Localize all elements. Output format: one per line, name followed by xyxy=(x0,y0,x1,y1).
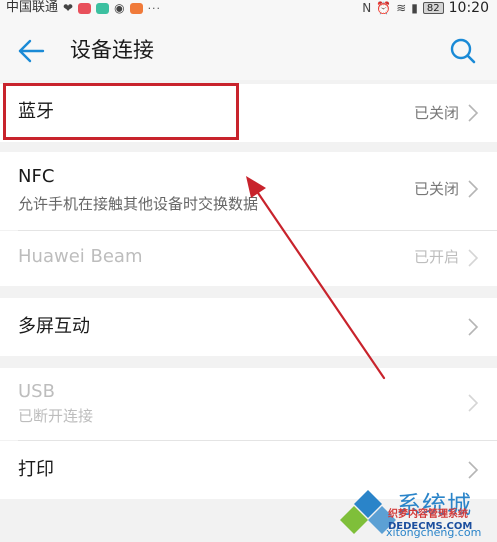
signal-icon: ▮ xyxy=(411,1,418,15)
health-app-icon: ❤ xyxy=(63,1,74,15)
chevron-right-icon xyxy=(468,394,479,412)
nfc-row[interactable]: NFC 允许手机在接触其他设备时交换数据 已关闭 xyxy=(0,152,497,230)
chevron-right-icon xyxy=(468,318,479,336)
watermark-site: xitongcheng.com xyxy=(386,526,482,539)
chevron-right-icon xyxy=(468,180,479,198)
clipboard-app-icon xyxy=(96,2,110,14)
nfc-status: 已关闭 xyxy=(413,180,459,198)
clock: 10:20 xyxy=(448,0,489,16)
huawei-beam-row: Huawei Beam 已开启 xyxy=(0,231,497,286)
title-bar: 设备连接 xyxy=(0,16,497,80)
chevron-right-icon xyxy=(468,249,479,267)
nfc-label: NFC xyxy=(18,166,55,187)
watermark-cms-name: 织梦内容管理系统 xyxy=(388,509,468,520)
usb-status: 已断开连接 xyxy=(18,407,94,425)
search-button[interactable] xyxy=(448,36,478,66)
usb-row: USB 已断开连接 xyxy=(0,368,497,440)
arrow-left-icon xyxy=(18,39,45,63)
alarm-icon: ⏰ xyxy=(376,1,392,15)
huawei-beam-status: 已开启 xyxy=(413,248,459,266)
chevron-right-icon xyxy=(468,104,479,122)
carrier-name: 中国联通 xyxy=(6,0,59,15)
battery-icon: 82 xyxy=(422,2,444,14)
status-bar-right: N ⏰ ≋ ▮ 82 10:20 xyxy=(362,0,489,16)
search-icon xyxy=(450,38,476,64)
nfc-description: 允许手机在接触其他设备时交换数据 xyxy=(18,195,259,213)
multi-screen-label: 多屏互动 xyxy=(18,316,90,337)
message-app-icon xyxy=(129,2,143,14)
chevron-right-icon xyxy=(468,461,479,479)
huawei-beam-label: Huawei Beam xyxy=(18,246,143,267)
highlight-annotation-box xyxy=(3,83,239,140)
status-bar: 中国联通 ❤ ◉ ··· N ⏰ ≋ ▮ 82 10:20 xyxy=(0,0,497,16)
more-notifications-icon: ··· xyxy=(147,1,162,15)
nfc-status-icon: N xyxy=(362,1,372,15)
status-bar-left: 中国联通 ❤ ◉ ··· xyxy=(6,0,161,16)
usb-label: USB xyxy=(18,381,55,402)
page-title: 设备连接 xyxy=(70,38,154,62)
wifi-icon: ≋ xyxy=(396,1,407,15)
back-button[interactable] xyxy=(16,36,46,66)
multi-screen-row[interactable]: 多屏互动 xyxy=(0,298,497,356)
device-connection-screen: 中国联通 ❤ ◉ ··· N ⏰ ≋ ▮ 82 10:20 设备连接 蓝牙 已关… xyxy=(0,0,497,542)
calendar-app-icon xyxy=(78,2,92,14)
print-label: 打印 xyxy=(18,459,54,480)
wechat-icon: ◉ xyxy=(114,1,125,15)
bluetooth-status: 已关闭 xyxy=(413,104,459,122)
